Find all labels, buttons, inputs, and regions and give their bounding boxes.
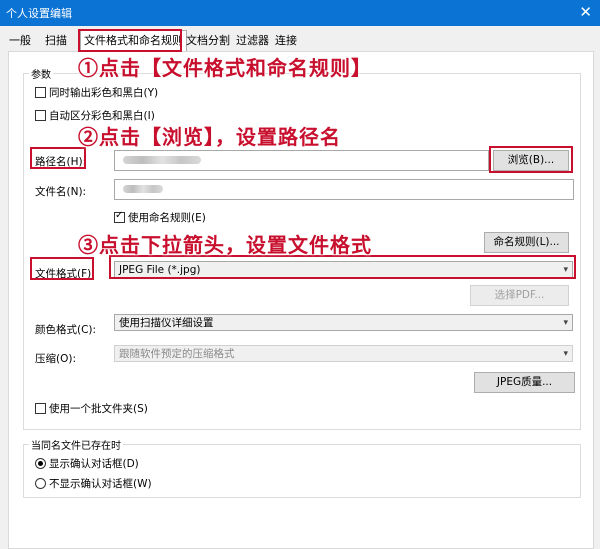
path-value-redacted bbox=[123, 156, 201, 164]
use-naming-rule-checkbox[interactable] bbox=[114, 210, 125, 223]
use-batch-folder-label: 使用一个批文件夹(S) bbox=[49, 403, 148, 415]
same-name-group-title: 当同名文件已存在时 bbox=[29, 437, 123, 452]
compression-label: 压缩(O): bbox=[35, 353, 76, 365]
title-bar: 个人设置编辑 ✕ bbox=[0, 0, 600, 26]
annotation-step-3: ③点击下拉箭头，设置文件格式 bbox=[78, 233, 372, 257]
tab-general[interactable]: 一般 bbox=[6, 32, 34, 50]
no-confirm-radio[interactable] bbox=[35, 478, 46, 489]
compression-select[interactable]: 跟随软件预定的压缩格式 ▾ bbox=[114, 345, 573, 362]
compression-value: 跟随软件预定的压缩格式 bbox=[119, 348, 235, 360]
params-group-title: 参数 bbox=[29, 66, 53, 81]
color-format-select[interactable]: 使用扫描仪详细设置 ▾ bbox=[114, 314, 573, 331]
filename-value-redacted bbox=[123, 185, 163, 193]
path-input[interactable] bbox=[114, 150, 489, 171]
naming-rule-button[interactable]: 命名规则(L)... bbox=[484, 232, 569, 253]
chevron-down-icon: ▾ bbox=[563, 349, 568, 359]
tab-filter[interactable]: 过滤器 bbox=[233, 32, 272, 50]
highlight-browse-box bbox=[489, 146, 573, 173]
show-confirm-label: 显示确认对话框(D) bbox=[49, 458, 139, 470]
color-format-label: 颜色格式(C): bbox=[35, 324, 97, 336]
annotation-step-2: ②点击【浏览】，设置路径名 bbox=[78, 125, 341, 149]
no-confirm-label: 不显示确认对话框(W) bbox=[49, 478, 152, 490]
annotation-step-1: ①点击【文件格式和命名规则】 bbox=[78, 56, 372, 80]
output-color-bw-label: 同时输出彩色和黑白(Y) bbox=[49, 87, 159, 99]
highlight-format-label-box bbox=[30, 257, 94, 280]
window-title: 个人设置编辑 bbox=[6, 7, 72, 20]
use-batch-folder-checkbox[interactable] bbox=[35, 403, 46, 414]
highlight-path-label-box bbox=[30, 147, 86, 169]
tab-scan[interactable]: 扫描 bbox=[42, 32, 70, 50]
show-confirm-radio[interactable] bbox=[35, 458, 46, 469]
highlight-format-select-box bbox=[109, 255, 576, 279]
highlight-tab-box bbox=[78, 29, 182, 52]
use-naming-rule-label: 使用命名规则(E) bbox=[128, 212, 206, 224]
output-color-bw-checkbox[interactable] bbox=[35, 87, 46, 98]
jpeg-quality-button[interactable]: JPEG质量... bbox=[474, 372, 575, 393]
close-icon[interactable]: ✕ bbox=[579, 3, 592, 21]
color-format-value: 使用扫描仪详细设置 bbox=[119, 317, 214, 329]
select-pdf-button[interactable]: 选择PDF... bbox=[470, 285, 569, 306]
filename-label: 文件名(N): bbox=[35, 186, 87, 198]
filename-input[interactable] bbox=[114, 179, 574, 200]
tab-doc-split[interactable]: 文档分割 bbox=[183, 32, 233, 50]
tab-connect[interactable]: 连接 bbox=[272, 32, 300, 50]
auto-color-bw-checkbox[interactable] bbox=[35, 110, 46, 121]
chevron-down-icon[interactable]: ▾ bbox=[563, 315, 568, 332]
